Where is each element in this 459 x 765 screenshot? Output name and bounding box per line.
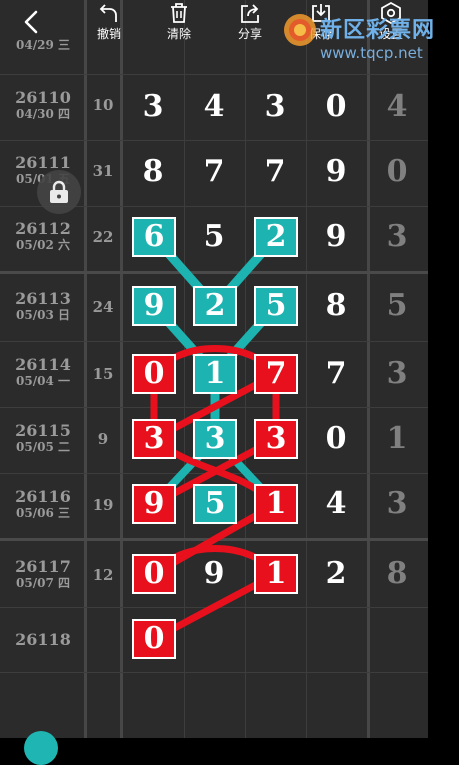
lock-button[interactable] bbox=[37, 170, 81, 214]
digit-cell[interactable]: 4 bbox=[191, 87, 237, 127]
digit-cell-teal[interactable]: 5 bbox=[254, 286, 298, 326]
lock-icon bbox=[50, 180, 68, 203]
issue-date: 05/05 二 bbox=[16, 440, 70, 454]
floating-action-button[interactable] bbox=[24, 731, 58, 765]
issue-date: 05/06 三 bbox=[16, 506, 70, 520]
issue-cell: 26116 05/06 三 bbox=[4, 487, 82, 521]
digit-cell-red[interactable]: 0 bbox=[132, 354, 176, 394]
digit-cell-red[interactable]: 7 bbox=[254, 354, 298, 394]
digit-cell[interactable]: 8 bbox=[374, 554, 420, 594]
issue-cell: 26115 05/05 二 bbox=[4, 421, 82, 455]
digit-cell-teal[interactable]: 9 bbox=[132, 286, 176, 326]
digit-cell[interactable]: 2 bbox=[313, 554, 359, 594]
issue-cell: 26118 bbox=[4, 630, 82, 649]
issue-date: 04/30 四 bbox=[16, 107, 70, 121]
share-icon bbox=[241, 4, 259, 23]
digit-cell[interactable]: 4 bbox=[374, 87, 420, 127]
trend-chart-grid[interactable]: 04/29 三 26110 04/30 四 10 3 4 3 0 4 26111… bbox=[0, 0, 428, 738]
issue-number: 26111 bbox=[15, 153, 71, 172]
undo-button[interactable]: 撤销 bbox=[87, 2, 131, 42]
digit-cell[interactable]: 3 bbox=[374, 484, 420, 524]
digit-cell[interactable]: 5 bbox=[374, 286, 420, 326]
digit-cell[interactable]: 0 bbox=[374, 152, 420, 192]
issue-number: 26117 bbox=[15, 557, 71, 576]
span-value: 9 bbox=[97, 430, 109, 448]
span-value: 31 bbox=[92, 162, 114, 180]
watermark-text: 新区彩票网 bbox=[320, 18, 436, 43]
watermark-url: www.tqcp.net bbox=[320, 44, 423, 62]
issue-cell: 26112 05/02 六 bbox=[4, 219, 82, 253]
digit-cell[interactable]: 9 bbox=[313, 152, 359, 192]
issue-date: 05/02 六 bbox=[16, 238, 70, 252]
issue-date: 05/04 一 bbox=[16, 374, 70, 388]
digit-cell-teal[interactable]: 2 bbox=[193, 286, 237, 326]
digit-cell[interactable]: 0 bbox=[313, 419, 359, 459]
span-value: 24 bbox=[92, 298, 114, 316]
span-value: 22 bbox=[92, 228, 114, 246]
issue-number: 26114 bbox=[15, 355, 71, 374]
undo-icon bbox=[99, 4, 117, 22]
share-button[interactable]: 分享 bbox=[228, 2, 272, 42]
clear-button[interactable]: 清除 bbox=[157, 2, 201, 42]
digit-cell[interactable]: 3 bbox=[374, 354, 420, 394]
clear-label: 清除 bbox=[166, 27, 191, 41]
digit-cell-teal[interactable]: 1 bbox=[193, 354, 237, 394]
site-watermark: 新区彩票网 www.tqcp.net bbox=[268, 6, 458, 68]
issue-number: 26110 bbox=[15, 88, 71, 107]
digit-cell-red[interactable]: 1 bbox=[254, 554, 298, 594]
issue-cell: 26113 05/03 日 bbox=[4, 289, 82, 323]
digit-cell[interactable]: 3 bbox=[252, 87, 298, 127]
digit-cell[interactable]: 0 bbox=[313, 87, 359, 127]
digit-cell[interactable]: 9 bbox=[191, 554, 237, 594]
span-value: 19 bbox=[92, 496, 114, 514]
back-arrow-icon[interactable] bbox=[18, 8, 46, 36]
digit-cell[interactable]: 8 bbox=[313, 286, 359, 326]
issue-date: 05/03 日 bbox=[16, 308, 70, 322]
issue-date: 05/07 四 bbox=[16, 576, 70, 590]
digit-cell[interactable]: 1 bbox=[374, 419, 420, 459]
digit-cell-red[interactable]: 3 bbox=[132, 419, 176, 459]
undo-label: 撤销 bbox=[96, 27, 121, 41]
digit-cell[interactable]: 7 bbox=[313, 354, 359, 394]
app-window: 04/29 三 26110 04/30 四 10 3 4 3 0 4 26111… bbox=[0, 0, 459, 765]
issue-number: 26116 bbox=[15, 487, 71, 506]
digit-cell[interactable]: 3 bbox=[130, 87, 176, 127]
issue-number: 26118 bbox=[15, 630, 71, 649]
span-value: 15 bbox=[92, 365, 114, 383]
digit-cell[interactable]: 7 bbox=[252, 152, 298, 192]
digit-cell[interactable]: 4 bbox=[313, 484, 359, 524]
digit-cell-red[interactable]: 1 bbox=[254, 484, 298, 524]
digit-cell-red[interactable]: 3 bbox=[254, 419, 298, 459]
issue-cell: 26117 05/07 四 bbox=[4, 557, 82, 591]
watermark-logo-icon bbox=[284, 14, 316, 46]
digit-cell-red[interactable]: 0 bbox=[132, 554, 176, 594]
digit-cell-teal[interactable]: 5 bbox=[193, 484, 237, 524]
digit-cell[interactable]: 3 bbox=[374, 217, 420, 257]
span-value: 10 bbox=[92, 96, 114, 114]
issue-cell: 26114 05/04 一 bbox=[4, 355, 82, 389]
digit-cell-teal[interactable]: 6 bbox=[132, 217, 176, 257]
issue-cell: 26110 04/30 四 bbox=[4, 88, 82, 122]
digit-cell-teal[interactable]: 2 bbox=[254, 217, 298, 257]
share-label: 分享 bbox=[237, 27, 262, 41]
digit-cell[interactable]: 5 bbox=[191, 217, 237, 257]
digit-cell[interactable]: 7 bbox=[191, 152, 237, 192]
digit-cell-red[interactable]: 9 bbox=[132, 484, 176, 524]
issue-number: 26115 bbox=[15, 421, 71, 440]
digit-cell[interactable]: 8 bbox=[130, 152, 176, 192]
digit-cell-red[interactable]: 0 bbox=[132, 619, 176, 659]
issue-number: 26112 bbox=[15, 219, 71, 238]
digit-cell-teal[interactable]: 3 bbox=[193, 419, 237, 459]
issue-number: 26113 bbox=[15, 289, 71, 308]
digit-cell[interactable]: 9 bbox=[313, 217, 359, 257]
span-value: 12 bbox=[92, 566, 114, 584]
trash-icon bbox=[171, 3, 187, 23]
